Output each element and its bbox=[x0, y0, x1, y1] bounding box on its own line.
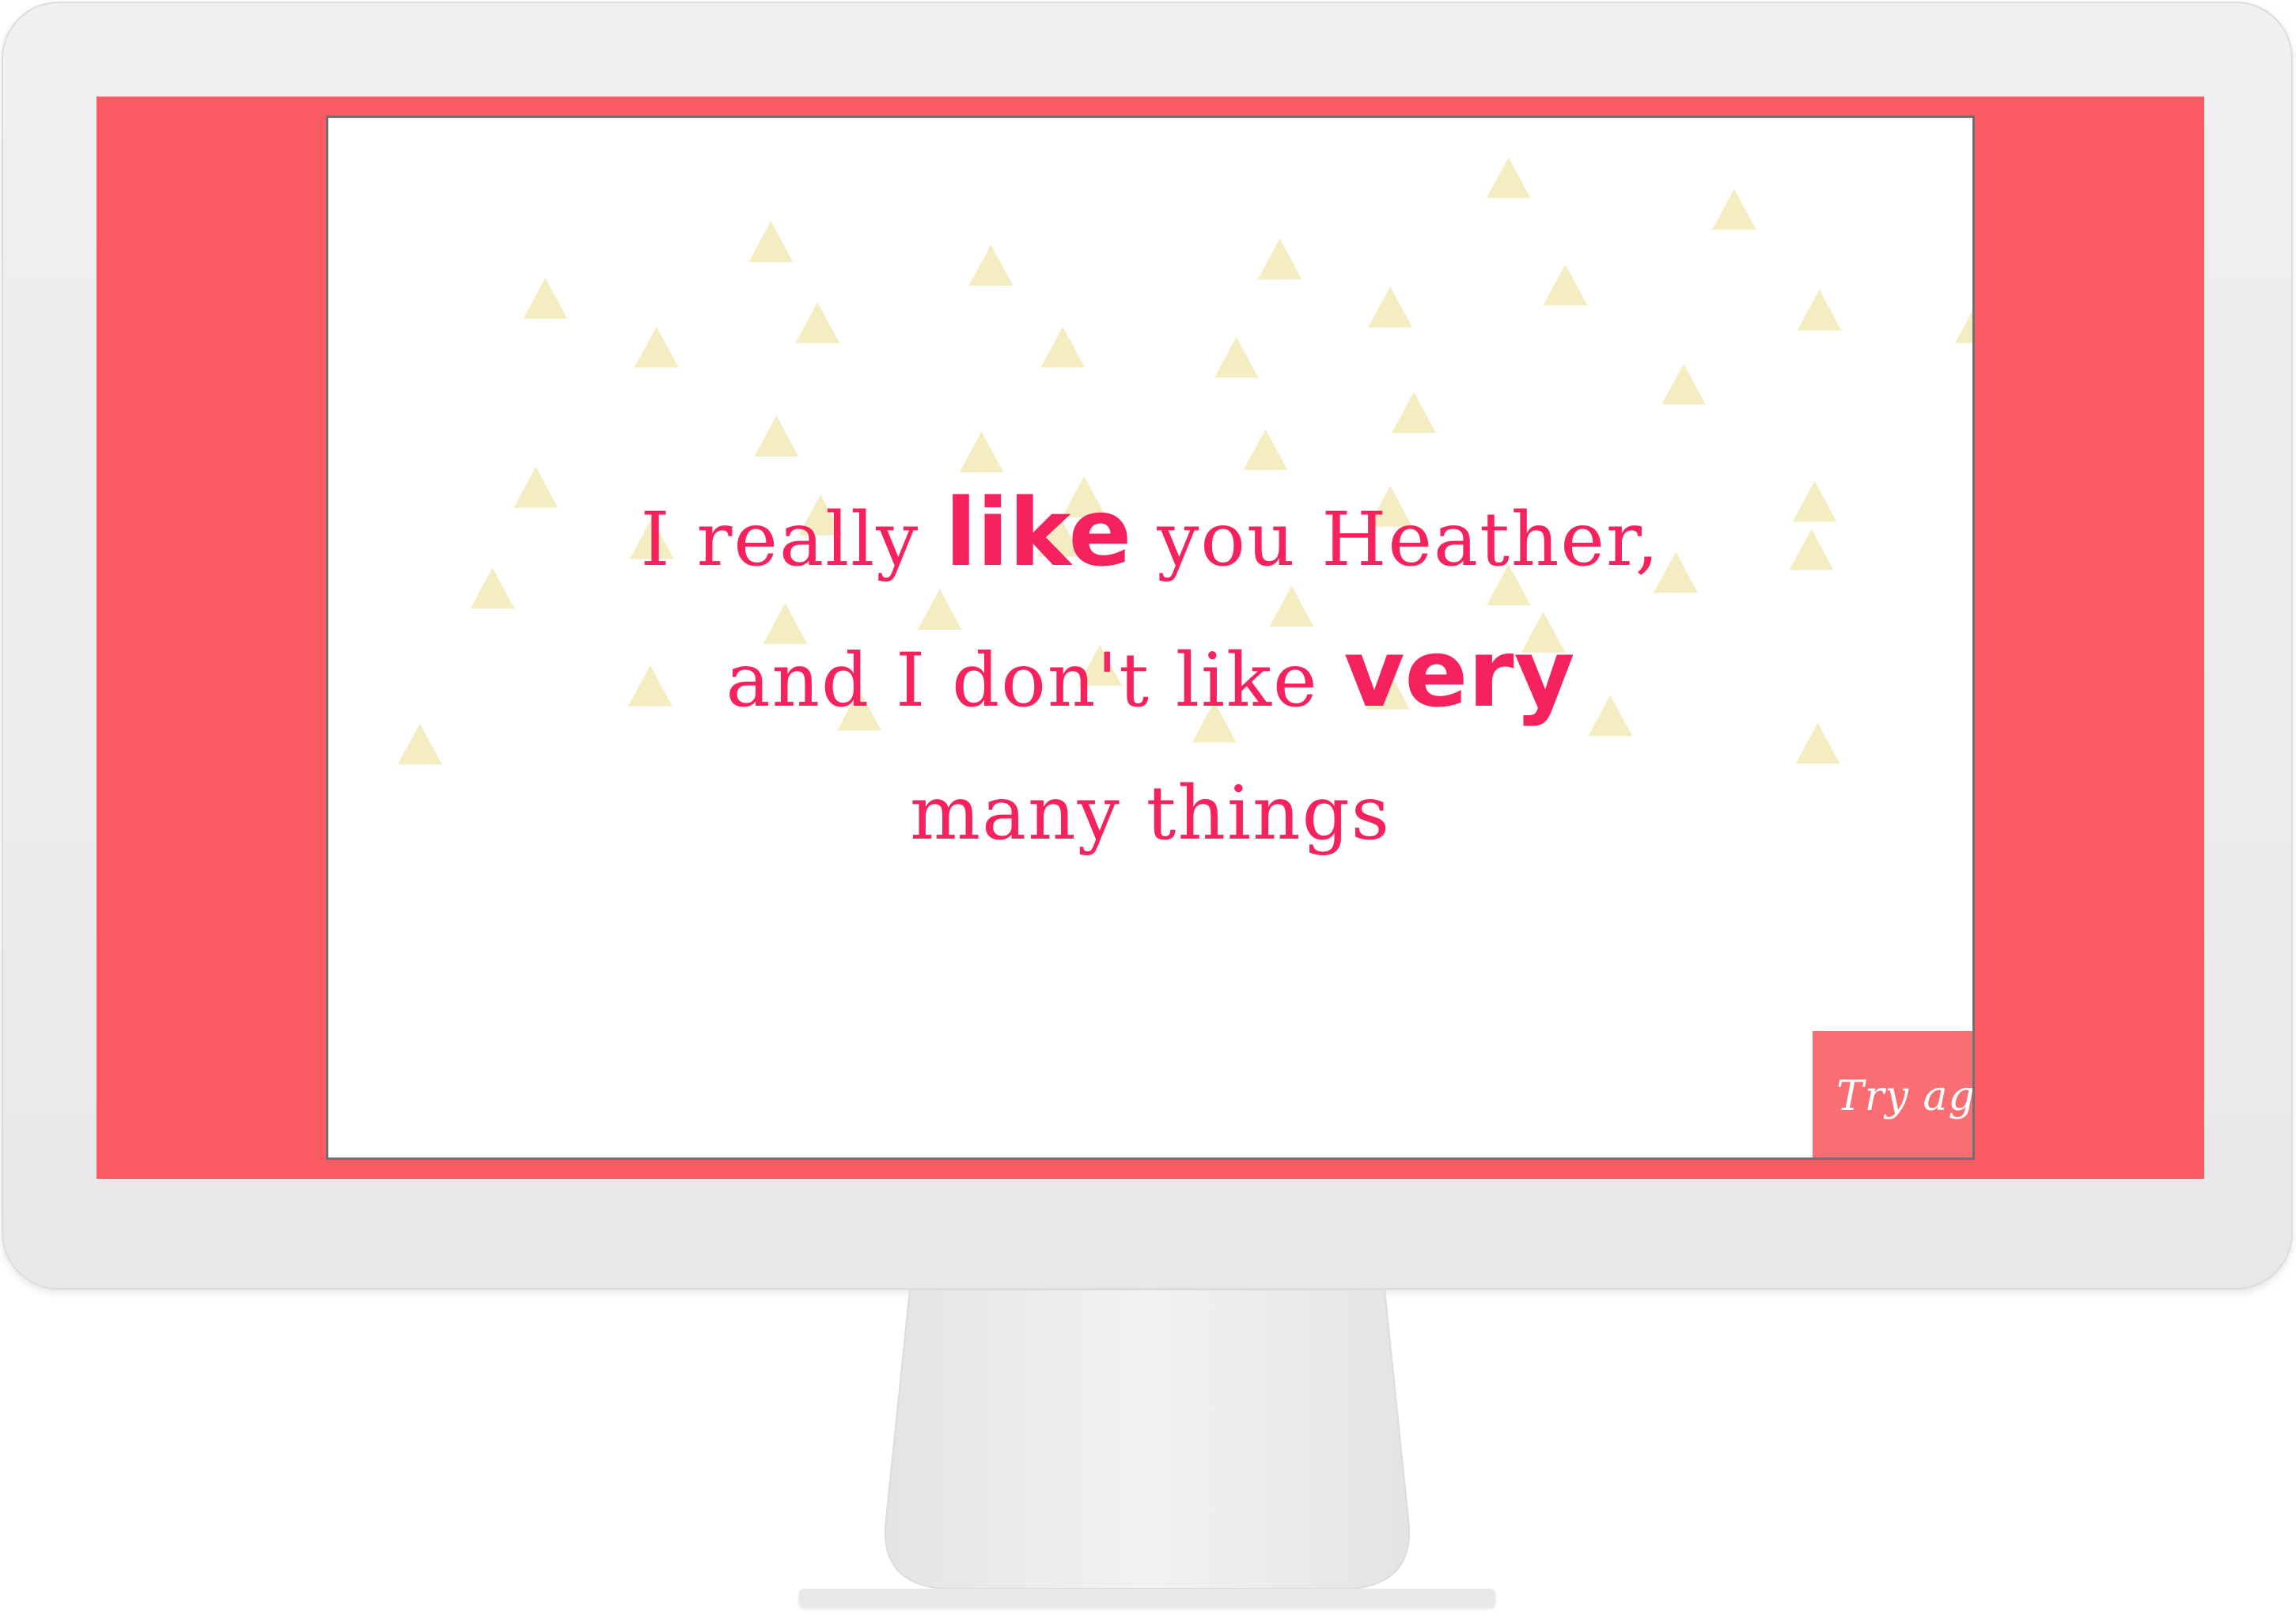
triangle-decoration bbox=[1392, 392, 1436, 434]
try-again-button[interactable]: Try again bbox=[1813, 1031, 1972, 1157]
monitor-screen: I really like you Heather, and I don't l… bbox=[97, 97, 2204, 1179]
triangle-decoration bbox=[634, 326, 679, 368]
monitor-bezel: I really like you Heather, and I don't l… bbox=[2, 2, 2293, 1290]
message-line-1-post: you Heather, bbox=[1131, 497, 1661, 583]
triangle-decoration bbox=[523, 278, 568, 319]
triangle-decoration bbox=[1243, 429, 1288, 470]
message-line-2-pre: and I don't like bbox=[726, 638, 1344, 724]
triangle-decoration bbox=[1368, 286, 1413, 328]
message-line-1-pre: I really bbox=[640, 497, 945, 583]
triangle-decoration bbox=[1797, 290, 1842, 331]
triangle-decoration bbox=[1711, 188, 1756, 230]
monitor-stand bbox=[884, 1290, 1411, 1589]
triangle-decoration bbox=[795, 301, 840, 343]
triangle-decoration bbox=[1257, 238, 1302, 280]
triangle-decoration bbox=[1486, 157, 1531, 199]
content-panel: I really like you Heather, and I don't l… bbox=[326, 116, 1975, 1160]
message-text: I really like you Heather, and I don't l… bbox=[328, 466, 1972, 881]
message-line-3: many things bbox=[909, 771, 1392, 857]
monitor-mockup: I really like you Heather, and I don't l… bbox=[0, 0, 2296, 1614]
message-line-1: I really like you Heather, bbox=[328, 466, 1972, 607]
monitor-stand-base bbox=[799, 1589, 1495, 1606]
message-emphasis-like: like bbox=[945, 478, 1132, 587]
triangle-decoration bbox=[1040, 326, 1085, 368]
message-line-2: and I don't like very bbox=[328, 607, 1972, 748]
triangle-decoration bbox=[1661, 363, 1706, 405]
triangle-decoration bbox=[1543, 264, 1588, 305]
triangle-decoration bbox=[748, 221, 794, 263]
triangle-decoration bbox=[754, 415, 799, 457]
triangle-decoration bbox=[968, 244, 1013, 286]
message-emphasis-very: very bbox=[1343, 619, 1575, 728]
triangle-decoration bbox=[1214, 336, 1259, 378]
triangle-decoration bbox=[1955, 311, 1972, 343]
